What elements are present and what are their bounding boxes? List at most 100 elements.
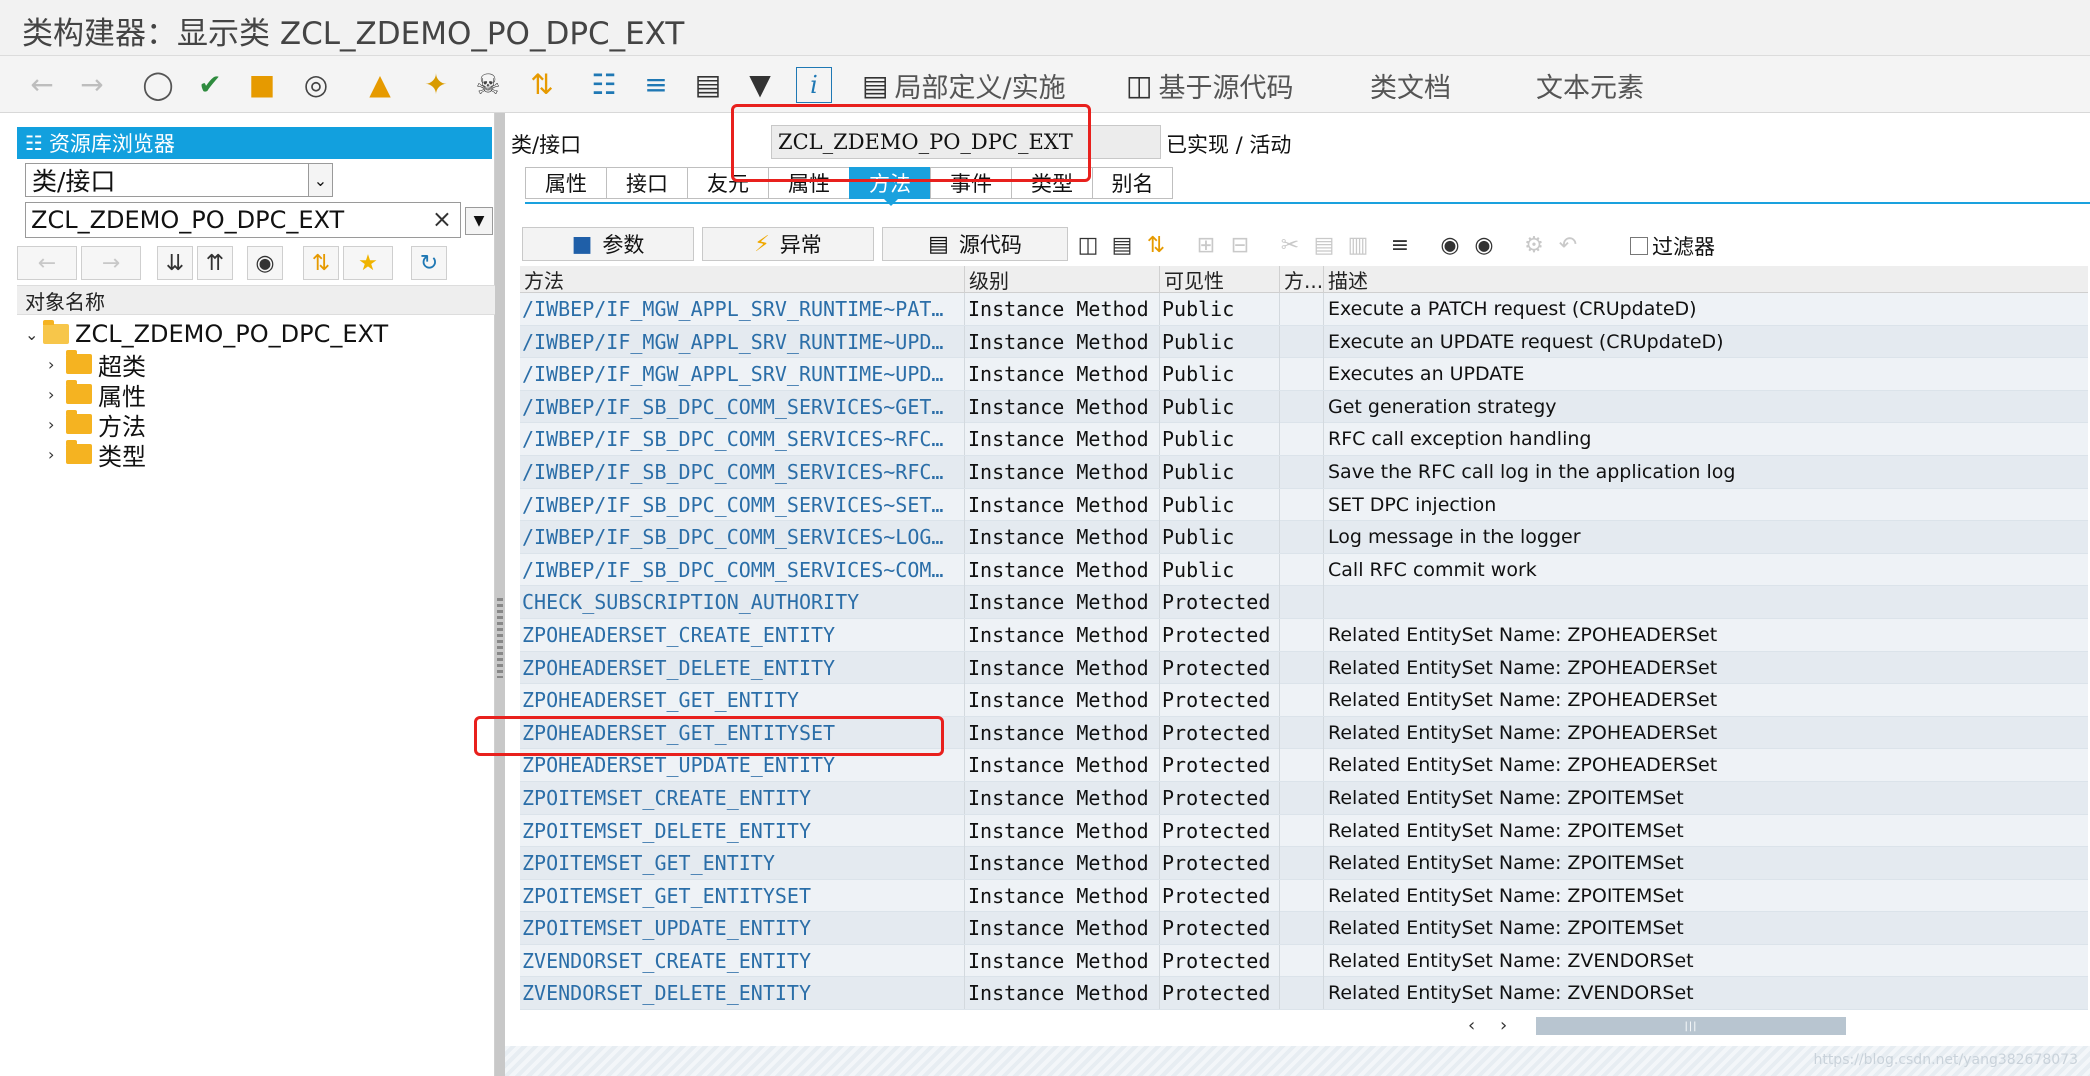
delete-row-icon[interactable]: ⊟ bbox=[1224, 229, 1256, 261]
filter-checkbox[interactable]: 过滤器 bbox=[1630, 231, 1715, 261]
tab-properties[interactable]: 属性 bbox=[525, 167, 606, 199]
method-cell[interactable]: /IWBEP/IF_SB_DPC_COMM_SERVICES~RFC… bbox=[520, 423, 965, 456]
filter-icon[interactable]: ▼ bbox=[742, 67, 778, 103]
dropdown-arrow-icon[interactable]: ▼ bbox=[465, 207, 493, 235]
method-cell[interactable]: ZPOITEMSET_DELETE_ENTITY bbox=[520, 814, 965, 847]
table-row[interactable]: /IWBEP/IF_MGW_APPL_SRV_RUNTIME~UPD… Insta… bbox=[520, 358, 2088, 391]
table-row[interactable]: ZPOHEADERSET_GET_ENTITYSET Instance Metho… bbox=[520, 716, 2088, 750]
split-icon[interactable]: ⇅ bbox=[524, 67, 560, 103]
method-cell[interactable]: /IWBEP/IF_SB_DPC_COMM_SERVICES~LOG… bbox=[520, 521, 965, 554]
checkbox[interactable] bbox=[1630, 237, 1648, 255]
binoculars-icon[interactable]: ◉ bbox=[247, 246, 283, 280]
copy-icon[interactable]: ▤ bbox=[1308, 229, 1340, 261]
table-row[interactable]: ZPOITEMSET_GET_ENTITYSET Instance Method P… bbox=[520, 879, 2088, 913]
method-cell[interactable]: /IWBEP/IF_MGW_APPL_SRV_RUNTIME~UPD… bbox=[520, 358, 965, 391]
local-definitions-button[interactable]: ▤ 局部定义/实施 bbox=[862, 67, 1066, 104]
refresh-icon[interactable]: ↻ bbox=[411, 246, 447, 280]
info-icon[interactable]: i bbox=[796, 67, 832, 103]
table-row[interactable]: /IWBEP/IF_MGW_APPL_SRV_RUNTIME~PAT… Insta… bbox=[520, 293, 2088, 326]
tab-friends[interactable]: 友元 bbox=[687, 167, 768, 199]
column-header-description[interactable]: 描述 bbox=[1324, 266, 2088, 293]
table-row[interactable]: /IWBEP/IF_SB_DPC_COMM_SERVICES~LOG… Insta… bbox=[520, 521, 2088, 554]
table-row[interactable]: /IWBEP/IF_SB_DPC_COMM_SERVICES~COM… Insta… bbox=[520, 553, 2088, 587]
method-cell[interactable]: ZPOITEMSET_UPDATE_ENTITY bbox=[520, 912, 965, 945]
method-cell[interactable]: ZPOHEADERSET_UPDATE_ENTITY bbox=[520, 749, 965, 782]
method-cell[interactable]: /IWBEP/IF_SB_DPC_COMM_SERVICES~GET… bbox=[520, 390, 965, 423]
column-header-modeled[interactable]: 方... bbox=[1280, 266, 1324, 293]
chevron-down-icon[interactable]: ⌄ bbox=[308, 164, 332, 196]
paste-icon[interactable]: ▥ bbox=[1342, 229, 1374, 261]
tree-node-superclass[interactable]: › 超类 bbox=[48, 349, 146, 381]
table-row[interactable]: ZPOHEADERSET_GET_ENTITY Instance Method Pr… bbox=[520, 684, 2088, 717]
pin-icon[interactable]: ☠ bbox=[470, 67, 506, 103]
method-cell[interactable]: ZPOHEADERSET_GET_ENTITYSET bbox=[520, 716, 965, 749]
nav-forward-icon[interactable]: → bbox=[81, 246, 141, 280]
clear-icon[interactable]: × bbox=[432, 205, 452, 233]
forward-arrow-icon[interactable]: → bbox=[74, 67, 110, 103]
table-row[interactable]: ZPOITEMSET_GET_ENTITY Instance Method Prot… bbox=[520, 847, 2088, 880]
method-cell[interactable]: CHECK_SUBSCRIPTION_AUTHORITY bbox=[520, 586, 965, 619]
tree-icon[interactable]: ☷ bbox=[586, 67, 622, 103]
tree-node-methods[interactable]: › 方法 bbox=[48, 409, 146, 441]
hierarchy-up-icon[interactable]: ▲ bbox=[362, 67, 398, 103]
chevron-right-icon[interactable]: › bbox=[48, 445, 66, 464]
method-cell[interactable]: ZVENDORSET_CREATE_ENTITY bbox=[520, 944, 965, 977]
find-next-icon[interactable]: ◉ bbox=[1468, 229, 1500, 261]
tab-methods[interactable]: 方法 bbox=[849, 167, 930, 206]
method-cell[interactable]: ZPOITEMSET_GET_ENTITY bbox=[520, 847, 965, 880]
back-arrow-icon[interactable]: ← bbox=[24, 67, 60, 103]
chevron-down-icon[interactable]: ⌄ bbox=[25, 325, 43, 344]
nav-back-icon[interactable]: ← bbox=[17, 246, 77, 280]
window-icon[interactable]: ▤ bbox=[690, 67, 726, 103]
insert-row-icon[interactable]: ⊞ bbox=[1190, 229, 1222, 261]
method-cell[interactable]: /IWBEP/IF_SB_DPC_COMM_SERVICES~COM… bbox=[520, 553, 965, 586]
table-row[interactable]: /IWBEP/IF_SB_DPC_COMM_SERVICES~RFC… Insta… bbox=[520, 423, 2088, 456]
method-cell[interactable]: ZPOITEMSET_GET_ENTITYSET bbox=[520, 879, 965, 912]
method-cell[interactable]: ZPOHEADERSET_DELETE_ENTITY bbox=[520, 651, 965, 684]
source-code-button[interactable]: ▤ 源代码 bbox=[882, 227, 1068, 261]
align-icon[interactable]: ≡ bbox=[1384, 229, 1416, 261]
scrollbar-thumb[interactable]: ||| bbox=[1536, 1017, 1846, 1035]
table-row[interactable]: ZPOITEMSET_CREATE_ENTITY Instance Method P… bbox=[520, 781, 2088, 815]
tab-interfaces[interactable]: 接口 bbox=[606, 167, 687, 199]
repository-browser-header[interactable]: ☷ 资源库浏览器 bbox=[17, 127, 492, 159]
glasses-icon[interactable]: ◯ bbox=[140, 67, 176, 103]
method-cell[interactable]: /IWBEP/IF_SB_DPC_COMM_SERVICES~RFC… bbox=[520, 455, 965, 488]
splitter-grip[interactable] bbox=[497, 598, 503, 678]
magic-wand-icon[interactable]: ✦ bbox=[418, 67, 454, 103]
expand-all-icon[interactable]: ⇊ bbox=[157, 246, 193, 280]
class-documentation-button[interactable]: 类文档 bbox=[1370, 67, 1451, 104]
method-cell[interactable]: /IWBEP/IF_SB_DPC_COMM_SERVICES~SET… bbox=[520, 488, 965, 521]
table-row[interactable]: ZPOITEMSET_DELETE_ENTITY Instance Method P… bbox=[520, 814, 2088, 848]
tab-events[interactable]: 事件 bbox=[930, 167, 1011, 199]
table-row[interactable]: CHECK_SUBSCRIPTION_AUTHORITY Instance Met… bbox=[520, 586, 2088, 619]
chevron-right-icon[interactable]: › bbox=[48, 355, 66, 374]
method-cell[interactable]: /IWBEP/IF_MGW_APPL_SRV_RUNTIME~PAT… bbox=[520, 293, 965, 325]
column-header-visibility[interactable]: 可见性 bbox=[1160, 266, 1280, 293]
table-row[interactable]: /IWBEP/IF_SB_DPC_COMM_SERVICES~RFC… Insta… bbox=[520, 455, 2088, 489]
column-header-level[interactable]: 级别 bbox=[965, 266, 1160, 293]
parameters-button[interactable]: ■ 参数 bbox=[522, 227, 694, 261]
method-cell[interactable]: ZPOHEADERSET_CREATE_ENTITY bbox=[520, 618, 965, 651]
chevron-right-icon[interactable]: › bbox=[48, 385, 66, 404]
method-cell[interactable]: ZPOITEMSET_CREATE_ENTITY bbox=[520, 781, 965, 814]
detail-view-icon[interactable]: ⇅ bbox=[1140, 229, 1172, 261]
table-row[interactable]: /IWBEP/IF_SB_DPC_COMM_SERVICES~GET… Insta… bbox=[520, 390, 2088, 424]
copy-method-icon[interactable]: ▤ bbox=[1106, 229, 1138, 261]
tree-root-node[interactable]: ⌄ ZCL_ZDEMO_PO_DPC_EXT bbox=[25, 319, 388, 349]
table-row[interactable]: ZPOITEMSET_UPDATE_ENTITY Instance Method P… bbox=[520, 912, 2088, 945]
find-icon[interactable]: ◉ bbox=[1434, 229, 1466, 261]
cut-icon[interactable]: ✂ bbox=[1274, 229, 1306, 261]
tab-aliases[interactable]: 别名 bbox=[1092, 167, 1173, 199]
table-row[interactable]: /IWBEP/IF_MGW_APPL_SRV_RUNTIME~UPD… Insta… bbox=[520, 325, 2088, 359]
tree-node-types[interactable]: › 类型 bbox=[48, 439, 146, 471]
undo-icon[interactable]: ↶ bbox=[1552, 229, 1584, 261]
text-elements-button[interactable]: 文本元素 bbox=[1536, 67, 1644, 104]
table-row[interactable]: /IWBEP/IF_SB_DPC_COMM_SERVICES~SET… Insta… bbox=[520, 488, 2088, 522]
class-name-field[interactable]: ZCL_ZDEMO_PO_DPC_EXT bbox=[771, 125, 1161, 159]
source-based-button[interactable]: ◫ 基于源代码 bbox=[1126, 67, 1293, 104]
favorites-star-icon[interactable]: ★ bbox=[343, 246, 393, 280]
scroll-left-icon[interactable]: ‹ bbox=[1468, 1015, 1475, 1036]
table-row[interactable]: ZVENDORSET_CREATE_ENTITY Instance Method P… bbox=[520, 944, 2088, 978]
insert-method-icon[interactable]: ◫ bbox=[1072, 229, 1104, 261]
